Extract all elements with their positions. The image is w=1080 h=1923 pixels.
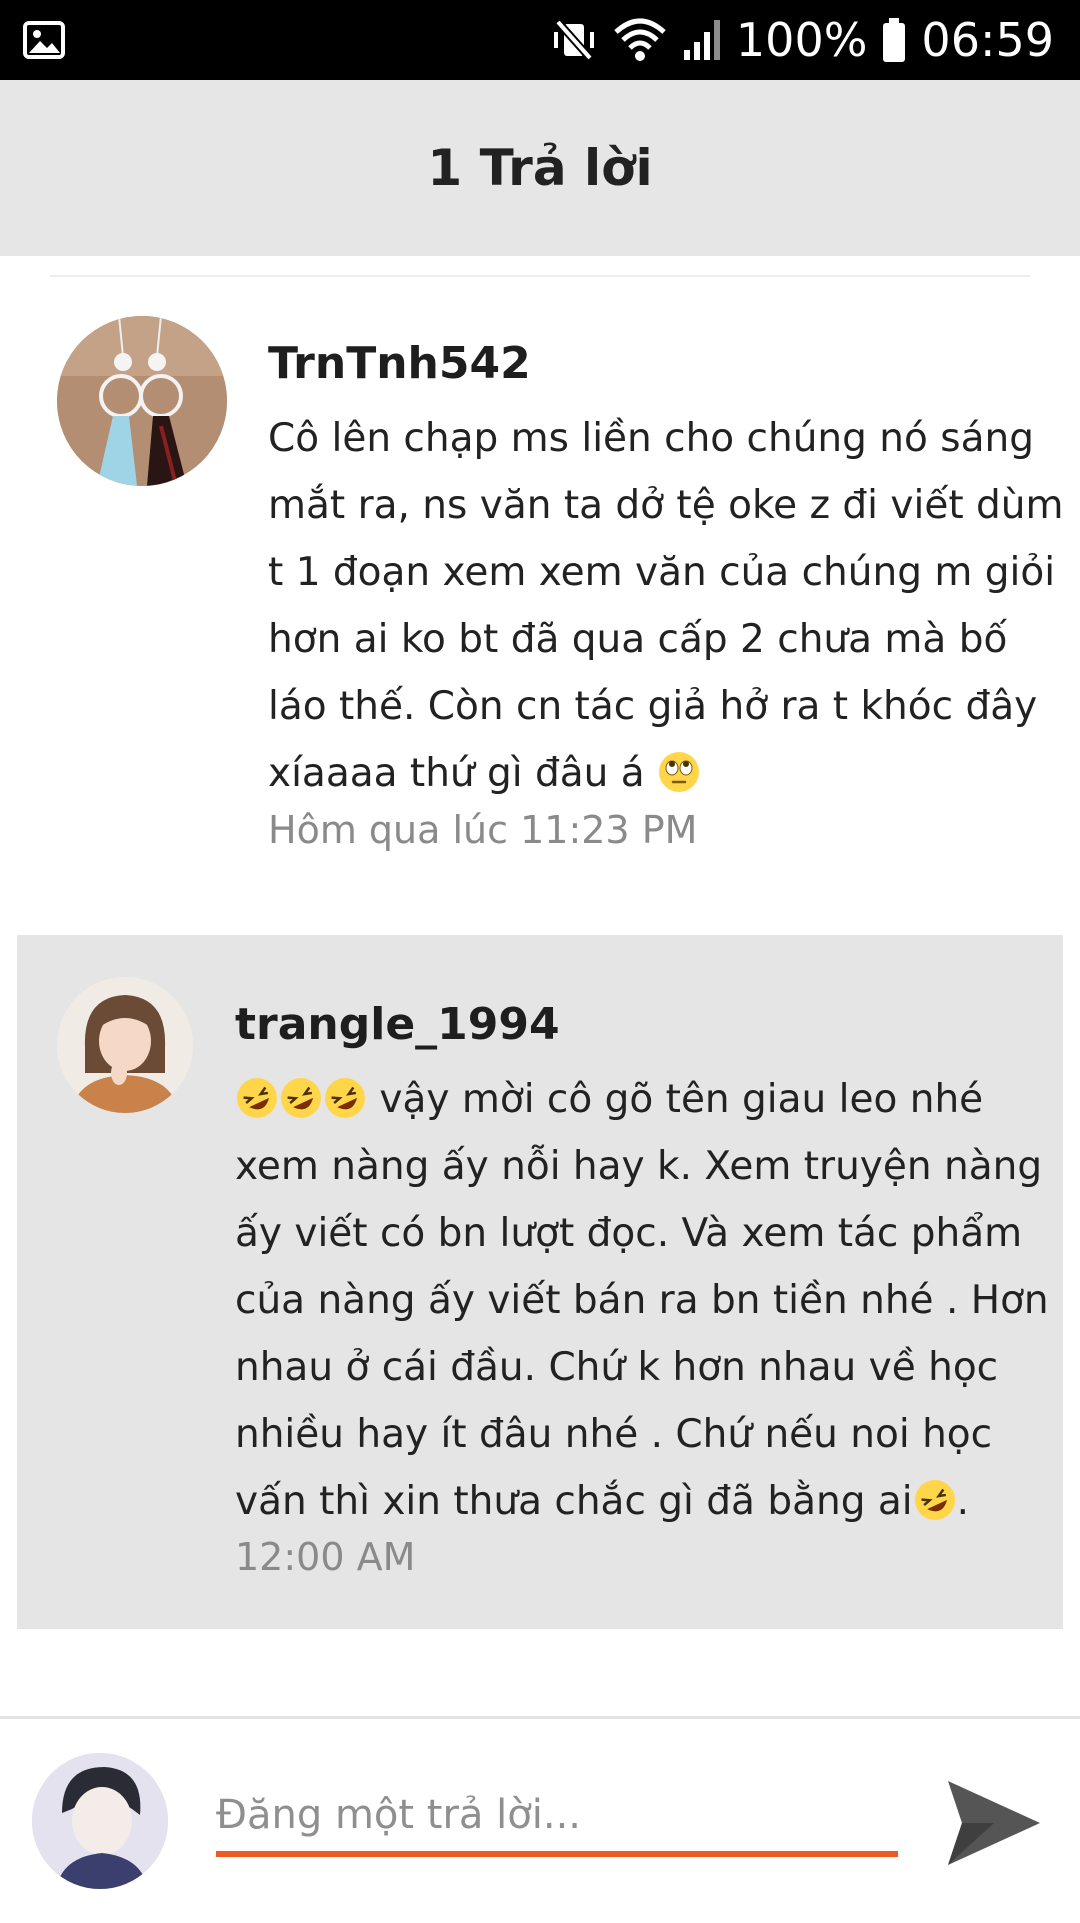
comment-line: vấn thì xin thưa chắc gì đã bằng ai . xyxy=(235,1468,1049,1535)
header: 1 Trả lời xyxy=(0,80,1080,256)
comment-line: nhiều hay ít đâu nhé . Chứ nếu noi học xyxy=(235,1412,993,1457)
comment-timestamp: 12:00 AM xyxy=(235,1535,416,1579)
signal-icon xyxy=(683,20,720,60)
avatar-earrings-image xyxy=(57,316,227,486)
rofl-emoji-icon xyxy=(237,1078,277,1118)
comment-line-text: vậy mời cô gõ tên giau leo nhé xyxy=(367,1077,984,1122)
battery-percent: 100% xyxy=(735,13,868,67)
comment-line-suffix: . xyxy=(956,1479,969,1524)
comment-text: Cô lên chạp ms liền cho chúng nó sáng mắ… xyxy=(268,405,1063,807)
avatar[interactable] xyxy=(57,316,227,486)
comment-line: xem nàng ấy nỗi hay k. Xem truyện nàng xyxy=(235,1144,1043,1189)
avatar-boy-image xyxy=(32,1753,168,1889)
vibrate-mute-icon xyxy=(553,19,594,61)
clock: 06:59 xyxy=(921,13,1054,67)
comment-line: Cô lên chạp ms liền cho chúng nó sáng xyxy=(268,416,1034,461)
avatar-girl-image xyxy=(57,977,193,1113)
comment-timestamp: Hôm qua lúc 11:23 PM xyxy=(268,808,698,852)
comment-line-text: vấn thì xin thưa chắc gì đã bằng ai xyxy=(235,1479,913,1524)
comment-line: nhau ở cái đầu. Chứ k hơn nhau về học xyxy=(235,1345,999,1390)
image-icon xyxy=(23,21,65,59)
send-icon[interactable] xyxy=(944,1775,1044,1871)
comment-line: láo thế. Còn cn tác giả hở ra t khóc đây xyxy=(268,684,1038,729)
username[interactable]: TrnTnh542 xyxy=(268,338,531,389)
eye-roll-emoji-icon xyxy=(659,752,700,792)
comment-line: vậy mời cô gõ tên giau leo nhé xyxy=(235,1066,1049,1133)
comment-line: mắt ra, ns văn ta dở tệ oke z đi viết dù… xyxy=(268,483,1064,528)
current-user-avatar xyxy=(32,1753,168,1889)
comment-item-highlighted: trangle_1994 vậy mời cô gõ tên giau leo … xyxy=(17,935,1063,1629)
status-bar: 100% 06:59 xyxy=(0,0,1080,80)
comment-text: vậy mời cô gõ tên giau leo nhé xem nàng … xyxy=(235,1066,1049,1535)
comment-line: t 1 đoạn xem xem văn của chúng m giỏi xyxy=(268,550,1056,595)
comment-line: của nàng ấy viết bán ra bn tiền nhé . Hơ… xyxy=(235,1278,1049,1323)
comment-line: xíaaaa thứ gì đâu á xyxy=(268,740,1063,807)
rofl-emoji-icon xyxy=(914,1480,955,1520)
comment-line: hơn ai ko bt đã qua cấp 2 chưa mà bố xyxy=(268,617,1008,662)
divider xyxy=(50,275,1030,277)
battery-icon xyxy=(883,18,906,62)
page-title: 1 Trả lời xyxy=(427,139,653,197)
comment-line: ấy viết có bn lượt đọc. Và xem tác phẩm xyxy=(235,1211,1023,1256)
rofl-emoji-icon xyxy=(281,1078,321,1118)
reply-bar xyxy=(0,1716,1080,1923)
rofl-emoji-icon xyxy=(325,1078,365,1118)
comment-line-text: xíaaaa thứ gì đâu á xyxy=(268,751,645,796)
wifi-icon xyxy=(614,18,666,61)
avatar[interactable] xyxy=(57,977,193,1113)
reply-input[interactable] xyxy=(216,1779,898,1857)
comment-item: TrnTnh542 Cô lên chạp ms liền cho chúng … xyxy=(0,280,1080,890)
username[interactable]: trangle_1994 xyxy=(235,999,560,1050)
